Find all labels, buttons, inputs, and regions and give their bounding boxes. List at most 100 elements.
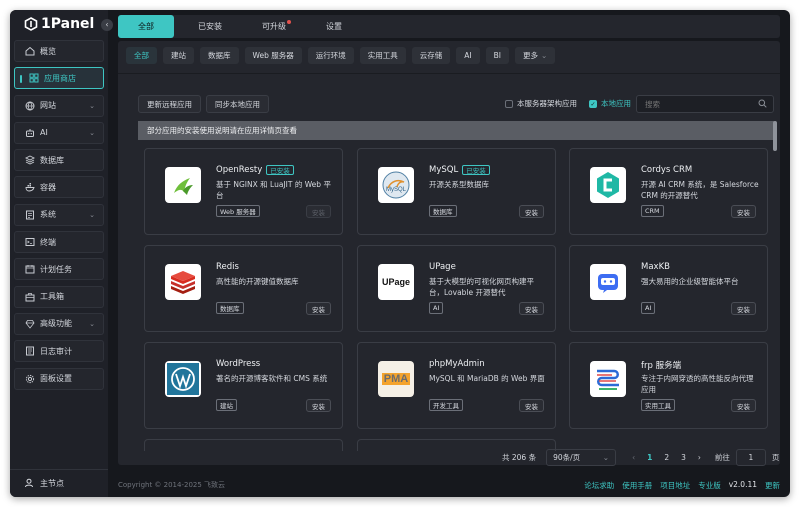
sidebar-item-container[interactable]: 容器 [14, 176, 104, 199]
install-button[interactable]: 安装 [731, 302, 756, 315]
app-description: 开源关系型数据库 [429, 180, 489, 189]
sidebar-item-website[interactable]: 网站 ⌄ [14, 94, 104, 117]
search-input[interactable] [645, 99, 755, 109]
app-card-partial[interactable] [144, 439, 343, 451]
node-switcher[interactable]: 主节点 [10, 469, 108, 497]
app-card-cordys-crm[interactable]: Cordys CRM 开源 AI CRM 系统，是 Salesforce CRM… [569, 148, 768, 235]
category-all[interactable]: 全部 [126, 47, 157, 64]
app-name-row: WordPress [216, 359, 260, 369]
info-notice: 部分应用的安装使用说明请在应用详情页查看 [138, 121, 774, 140]
collapse-sidebar-icon[interactable]: ‹ [101, 19, 113, 31]
total-count: 共 206 条 [502, 453, 537, 462]
tab-upgradable[interactable]: 可升级 [242, 15, 306, 38]
install-button[interactable]: 安装 [306, 302, 331, 315]
sidebar-item-toolbox[interactable]: 工具箱 [14, 285, 104, 308]
install-button[interactable]: 安装 [306, 205, 331, 218]
scrollbar[interactable] [773, 121, 777, 151]
forum-link[interactable]: 论坛求助 [584, 480, 614, 491]
sidebar-nav: 概览 应用商店 网站 ⌄ AI ⌄ 数据库 容器 系统 ⌄ 终端 计划任务 工具… [14, 40, 104, 395]
app-name: frp 服务端 [641, 361, 682, 371]
edition-link[interactable]: 专业版 [698, 480, 721, 491]
app-card-redis[interactable]: Redis 高性能的开源键值数据库 数据库 安装 [144, 245, 343, 332]
sidebar-item-database[interactable]: 数据库 [14, 149, 104, 172]
diamond-icon [25, 319, 35, 329]
sidebar-item-ai[interactable]: AI ⌄ [14, 121, 104, 144]
category-web-server[interactable]: Web 服务器 [244, 47, 302, 64]
app-card-upage[interactable]: UPage UPage 基于大模型的可视化网页构建平台，Lovable 开源替代… [357, 245, 556, 332]
page-1[interactable]: 1 [647, 453, 652, 462]
prev-page-icon[interactable]: ‹ [632, 453, 635, 462]
search-icon[interactable] [758, 99, 767, 110]
install-button[interactable]: 安装 [306, 399, 331, 412]
user-icon [24, 478, 34, 490]
sidebar-item-logs[interactable]: 日志审计 [14, 340, 104, 363]
category-cloud-storage[interactable]: 云存储 [411, 47, 451, 64]
category-runtime[interactable]: 运行环境 [307, 47, 354, 64]
tab-label: 可升级 [262, 22, 286, 31]
globe-icon [25, 101, 35, 111]
tab-settings[interactable]: 设置 [306, 15, 362, 38]
app-card-wordpress[interactable]: WordPress 著名的开源博客软件和 CMS 系统 建站 安装 [144, 342, 343, 429]
brand-name: 1Panel [41, 16, 95, 32]
app-description: 专注于内网穿透的高性能反向代理应用 [641, 374, 754, 394]
app-card-phpmyadmin[interactable]: PMA phpMyAdmin MySQL 和 MariaDB 的 Web 界面 … [357, 342, 556, 429]
sidebar-item-cron[interactable]: 计划任务 [14, 258, 104, 281]
search-box[interactable] [636, 95, 774, 113]
next-page-icon[interactable]: › [698, 453, 701, 462]
manual-link[interactable]: 使用手册 [622, 480, 652, 491]
goto-label: 前往 [714, 453, 730, 462]
sidebar-item-label: 数据库 [40, 155, 64, 165]
phpmyadmin-logo-text: PMA [381, 373, 411, 385]
app-description: 高性能的开源键值数据库 [216, 277, 299, 286]
brand-logo[interactable]: 1Panel [24, 15, 94, 33]
app-card-frp-server[interactable]: frp 服务端 专注于内网穿透的高性能反向代理应用 实用工具 安装 [569, 342, 768, 429]
local-apps-checkbox[interactable]: ✓ 本地应用 [589, 98, 631, 109]
arch-filter-checkbox[interactable]: 本服务器架构应用 [505, 98, 577, 109]
sidebar-item-system[interactable]: 系统 ⌄ [14, 203, 104, 226]
installed-badge: 已安装 [462, 165, 490, 175]
sidebar-item-advanced[interactable]: 高级功能 ⌄ [14, 312, 104, 335]
app-card-maxkb[interactable]: MaxKB 强大易用的企业级智能体平台 AI 安装 [569, 245, 768, 332]
install-button[interactable]: 安装 [731, 399, 756, 412]
goto-page-input[interactable]: 1 [735, 449, 766, 466]
tab-installed[interactable]: 已安装 [178, 15, 242, 38]
install-button[interactable]: 安装 [519, 399, 544, 412]
page-size-select[interactable]: 90条/页 ⌄ [546, 449, 617, 466]
category-filter: 全部 建站 数据库 Web 服务器 运行环境 实用工具 云存储 AI BI 更多… [126, 47, 556, 64]
sidebar-item-overview[interactable]: 概览 [14, 40, 104, 62]
wordpress-logo [165, 361, 201, 397]
category-more[interactable]: 更多 ⌄ [514, 47, 556, 64]
install-button[interactable]: 安装 [731, 205, 756, 218]
page-3[interactable]: 3 [681, 453, 686, 462]
category-bi[interactable]: BI [485, 47, 509, 64]
category-ai[interactable]: AI [456, 47, 480, 64]
app-name-row: OpenResty 已安装 [216, 165, 294, 175]
category-database[interactable]: 数据库 [200, 47, 239, 64]
tab-all[interactable]: 全部 [118, 15, 174, 38]
sidebar-item-terminal[interactable]: 终端 [14, 231, 104, 254]
app-card-openresty[interactable]: OpenResty 已安装 基于 NGINX 和 LuaJIT 的 Web 平台 … [144, 148, 343, 235]
app-card-mysql[interactable]: MySQL MySQL 已安装 开源关系型数据库 数据库 安装 [357, 148, 556, 235]
app-name: WordPress [216, 359, 261, 369]
main-area: 全部 已安装 可升级 设置 全部 建站 数据库 Web 服务器 运行环境 实用工… [108, 10, 790, 497]
install-button[interactable]: 安装 [519, 302, 544, 315]
update-remote-apps-button[interactable]: 更新远程应用 [138, 95, 201, 113]
footer: Copyright © 2014-2025 飞致云 论坛求助 使用手册 项目地址… [108, 473, 790, 497]
update-link[interactable]: 更新 [765, 480, 780, 491]
app-description: 基于大模型的可视化网页构建平台，Lovable 开源替代 [429, 277, 534, 297]
install-button[interactable]: 安装 [519, 205, 544, 218]
copyright: Copyright © 2014-2025 飞致云 [118, 481, 226, 489]
project-link[interactable]: 项目地址 [660, 480, 690, 491]
app-name: Redis [216, 262, 239, 272]
sidebar-item-label: 概览 [40, 46, 56, 56]
category-website[interactable]: 建站 [163, 47, 194, 64]
settings-icon [25, 374, 35, 384]
page-2[interactable]: 2 [664, 453, 669, 462]
sidebar-item-label: 面板设置 [40, 374, 72, 384]
sync-local-apps-button[interactable]: 同步本地应用 [206, 95, 269, 113]
ai-icon [25, 128, 35, 138]
app-name-row: phpMyAdmin [429, 359, 485, 369]
sidebar-item-settings[interactable]: 面板设置 [14, 367, 104, 390]
category-tools[interactable]: 实用工具 [359, 47, 406, 64]
sidebar-item-app-store[interactable]: 应用商店 [14, 67, 104, 90]
